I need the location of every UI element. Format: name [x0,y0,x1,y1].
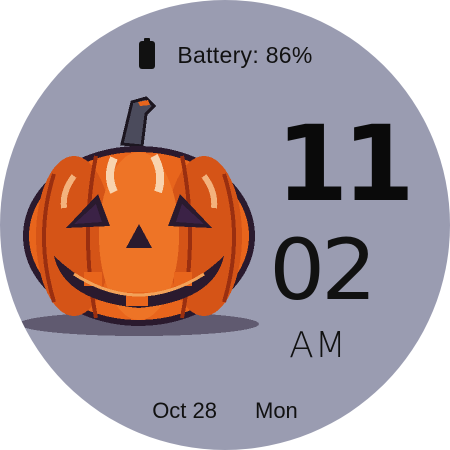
date-label: Oct 28 [152,398,217,423]
weekday-label: Mon [255,398,298,423]
ampm-indicator: AM [289,325,347,366]
hour-display: 11 [276,103,415,225]
battery-status: Battery: 86% [0,38,450,70]
battery-label: Battery: 86% [177,41,313,68]
jack-o-lantern-illustration [14,96,264,346]
minute-display: 02 [269,221,377,319]
watch-face: Battery: 86% 11 02 AM Oct 28 Mon [0,0,450,450]
date-row: Oct 28 Mon [0,398,450,424]
battery-icon [137,38,157,70]
